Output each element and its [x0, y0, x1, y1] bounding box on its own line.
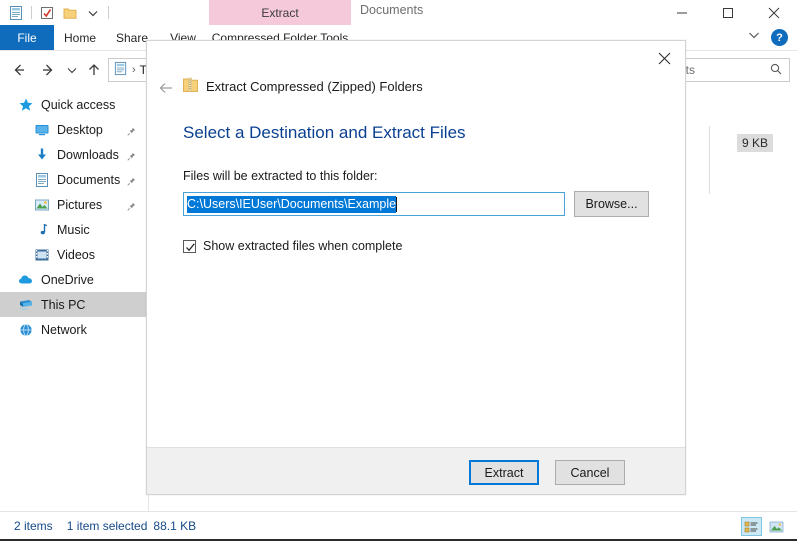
pin-icon[interactable] [127, 150, 136, 161]
pin-icon[interactable] [127, 200, 136, 211]
toolbar-divider-2 [108, 6, 109, 19]
nav-item-label: This PC [41, 297, 86, 312]
maximize-button[interactable] [705, 0, 751, 25]
status-selection-size: 88.1 KB [153, 519, 197, 533]
nav-item-pictures[interactable]: Pictures [0, 192, 148, 217]
extract-wizard-dialog: Extract Compressed (Zipped) Folders Sele… [146, 40, 686, 495]
nav-item-videos[interactable]: Videos [0, 242, 148, 267]
status-text-group: 2 items 1 item selected 88.1 KB [14, 519, 196, 533]
large-icons-view-button[interactable] [766, 517, 787, 536]
pin-icon[interactable] [127, 175, 136, 186]
window-title: Documents [360, 3, 424, 17]
downloads-icon [34, 147, 50, 163]
nav-item-music[interactable]: Music [0, 217, 148, 242]
file-size-cell: 9 KB [736, 134, 773, 152]
details-view-button[interactable] [741, 517, 762, 536]
nav-item-quick-access[interactable]: Quick access [0, 92, 148, 117]
nav-item-desktop[interactable]: Desktop [0, 117, 148, 142]
dialog-app-title: Extract Compressed (Zipped) Folders [206, 79, 423, 94]
back-button[interactable] [10, 61, 28, 79]
show-extracted-files-label: Show extracted files when complete [203, 239, 403, 253]
forward-button[interactable] [39, 61, 57, 79]
up-button[interactable] [85, 61, 103, 79]
nav-item-label: Quick access [41, 97, 116, 112]
window-controls [659, 0, 797, 25]
minimize-button[interactable] [659, 0, 705, 25]
destination-path-input[interactable]: C:\Users\IEUser\Documents\Example [183, 192, 565, 216]
onedrive-icon [18, 272, 34, 288]
cancel-button[interactable]: Cancel [555, 460, 625, 485]
zip-folder-icon [183, 77, 198, 96]
text-caret [396, 196, 398, 212]
status-selection: 1 item selected [66, 519, 148, 533]
nav-item-label: Videos [57, 247, 95, 262]
destination-path-value: C:\Users\IEUser\Documents\Example [187, 195, 397, 213]
nav-item-label: Network [41, 322, 87, 337]
nav-item-label: Documents [57, 172, 121, 187]
tab-file[interactable]: File [0, 25, 54, 51]
tab-home[interactable]: Home [54, 25, 106, 51]
dialog-close-button[interactable] [647, 45, 681, 71]
dialog-body: Files will be extracted to this folder: … [147, 151, 685, 447]
nav-item-onedrive[interactable]: OneDrive [0, 267, 148, 292]
star-icon [18, 97, 34, 113]
music-icon [34, 222, 50, 238]
dialog-footer: Extract Cancel [147, 447, 685, 494]
nav-item-documents[interactable]: Documents [0, 167, 148, 192]
status-item-count: 2 items [14, 519, 53, 533]
nav-item-label: OneDrive [41, 272, 94, 287]
dialog-app-title-row: Extract Compressed (Zipped) Folders [183, 77, 423, 96]
toolbar-divider [31, 6, 32, 19]
nav-item-label: Downloads [57, 147, 119, 162]
dialog-title-bar [147, 41, 685, 75]
breadcrumb-separator[interactable]: › [132, 64, 136, 76]
nav-item-label: Desktop [57, 122, 103, 137]
show-extracted-files-checkbox[interactable] [183, 239, 196, 253]
dialog-heading: Select a Destination and Extract Files [183, 123, 466, 142]
desktop-icon [34, 122, 50, 138]
recent-locations-icon[interactable] [63, 61, 81, 79]
pictures-icon [34, 197, 50, 213]
search-icon[interactable] [769, 62, 783, 79]
view-mode-buttons [741, 517, 787, 536]
chevron-down-icon[interactable] [747, 29, 761, 44]
documents-icon[interactable] [8, 5, 24, 21]
show-extracted-files-checkbox-row[interactable]: Show extracted files when complete [183, 239, 402, 253]
navigation-pane: Quick access Desktop Downloads Documents… [0, 92, 148, 511]
folder-icon[interactable] [62, 5, 78, 21]
column-divider [709, 126, 710, 194]
pin-icon[interactable] [127, 125, 136, 136]
checklist-icon[interactable] [39, 5, 55, 21]
status-bar: 2 items 1 item selected 88.1 KB [0, 511, 797, 541]
extract-button[interactable]: Extract [469, 460, 539, 485]
close-button[interactable] [751, 0, 797, 25]
dialog-back-button[interactable] [155, 77, 181, 99]
breadcrumb-documents-icon[interactable] [113, 61, 128, 79]
destination-label: Files will be extracted to this folder: [183, 169, 378, 183]
contextual-tool-header: Extract [209, 0, 351, 25]
customize-chevron-icon[interactable] [85, 5, 101, 21]
nav-item-network[interactable]: Network [0, 317, 148, 342]
help-button[interactable]: ? [771, 29, 788, 46]
nav-item-downloads[interactable]: Downloads [0, 142, 148, 167]
search-input[interactable]: nts [672, 58, 790, 82]
network-icon [18, 322, 34, 338]
documents-icon [34, 172, 50, 188]
thispc-icon [18, 297, 34, 313]
browse-button[interactable]: Browse... [574, 191, 649, 217]
nav-item-label: Pictures [57, 197, 103, 212]
nav-item-this-pc[interactable]: This PC [0, 292, 148, 317]
nav-item-label: Music [57, 222, 90, 237]
videos-icon [34, 247, 50, 263]
